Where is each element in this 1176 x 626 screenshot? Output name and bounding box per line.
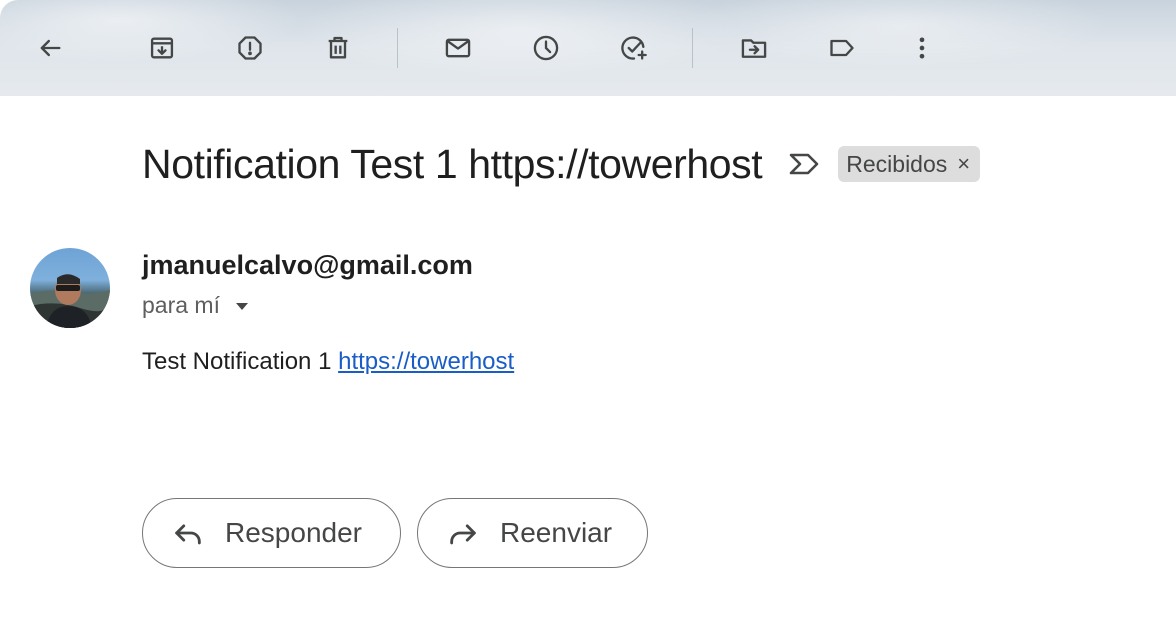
forward-icon [450,524,476,545]
label-icon [830,39,854,57]
delete-button[interactable] [318,28,358,68]
archive-icon [150,37,174,59]
mark-unread-icon [445,38,471,58]
subject-row: Notification Test 1 https://towerhost Re… [142,136,981,192]
back-button[interactable] [30,28,70,68]
message-toolbar [0,0,1176,96]
sender-avatar[interactable] [30,248,110,328]
label-chip-text: Recibidos [846,150,948,177]
email-body: Test Notification 1 https://towerhost [142,348,514,376]
mark-unread-button[interactable] [438,28,478,68]
report-spam-button[interactable] [230,28,270,68]
avatar-photo [30,274,110,328]
archive-button[interactable] [142,28,182,68]
more-vert-icon [919,37,925,59]
snooze-button[interactable] [526,28,566,68]
body-link[interactable]: https://towerhost [338,348,514,375]
recipient-text: para mí [142,292,220,318]
move-to-button[interactable] [734,28,774,68]
reply-button[interactable]: Responder [142,498,401,568]
back-arrow-icon [40,39,61,57]
add-task-icon [621,36,647,60]
reply-label: Responder [225,517,362,548]
remove-label-button[interactable]: × [957,151,970,177]
forward-button[interactable]: Reenviar [417,498,648,568]
forward-label: Reenviar [500,517,613,548]
label-button[interactable] [822,28,862,68]
reply-icon [175,524,201,545]
importance-icon [789,153,819,175]
toolbar-divider [692,28,693,68]
more-options-button[interactable] [902,28,942,68]
email-subject: Notification Test 1 https://towerhost [142,140,763,187]
recipient-line: para mí [142,292,250,319]
sender-email[interactable]: jmanuelcalvo@gmail.com [142,250,473,281]
body-text: Test Notification 1 [142,348,339,375]
report-spam-icon [238,36,262,60]
toolbar-divider [397,28,398,68]
delete-icon [328,36,348,59]
add-task-button[interactable] [614,28,654,68]
move-to-icon [741,39,767,58]
snooze-icon [533,35,559,61]
importance-marker[interactable] [788,150,820,178]
label-chip-inbox[interactable]: Recibidos × [838,146,981,182]
chevron-down-icon[interactable] [234,298,250,314]
